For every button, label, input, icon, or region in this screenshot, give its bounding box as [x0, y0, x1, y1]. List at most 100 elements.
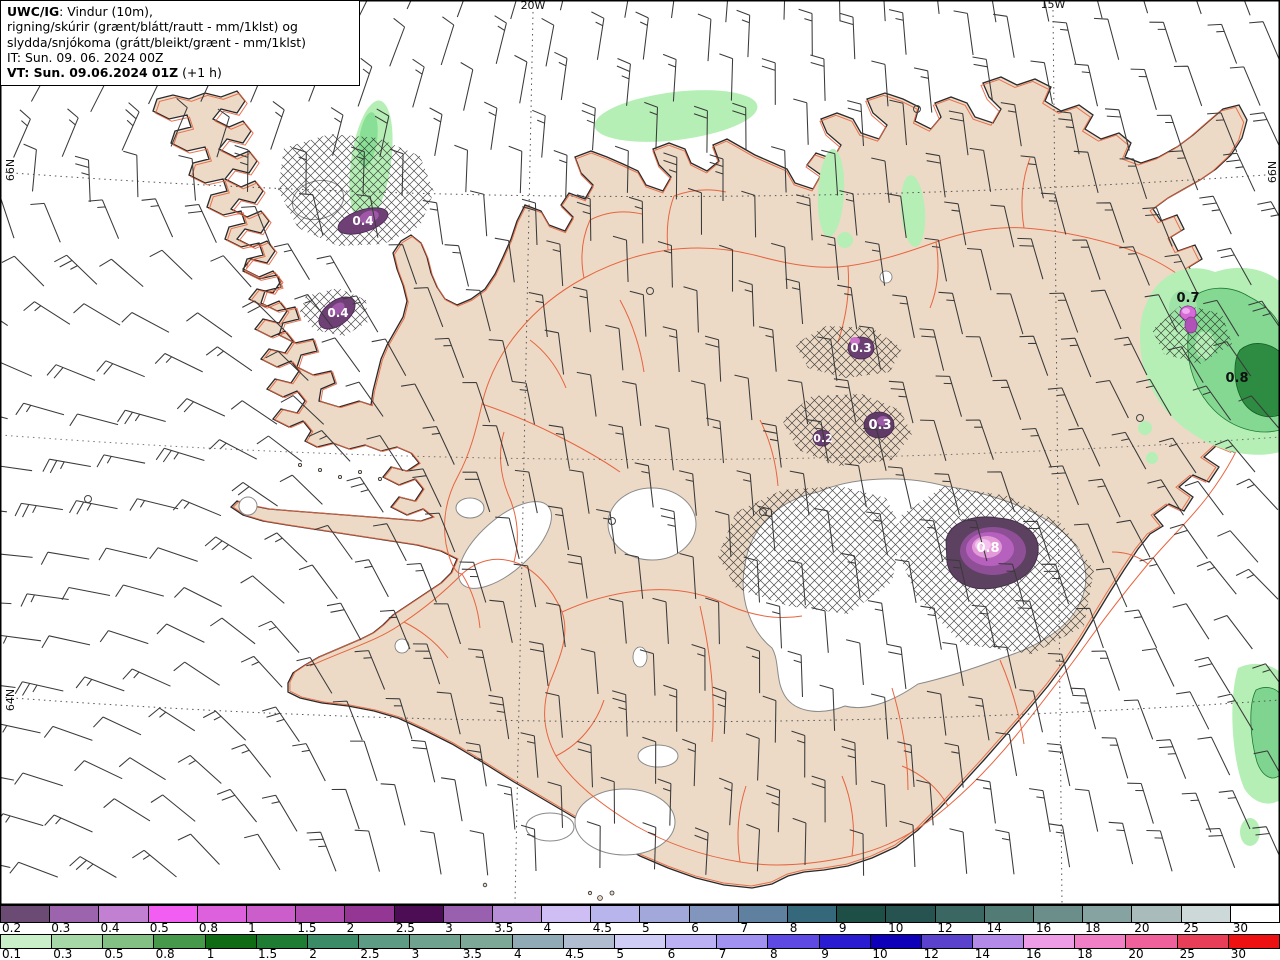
legend-line-5: VT: Sun. 09.06.2024 01Z (+1 h) [7, 65, 353, 80]
graticule-label-66n: 66N [1266, 161, 1279, 183]
colorbar-segment [197, 906, 247, 922]
islet [357, 469, 362, 474]
product-id: UWC/IG [7, 4, 60, 19]
colorbar-tick-label: 4.5 [565, 947, 585, 960]
glacier-small [455, 497, 485, 519]
colorbar-segment [492, 906, 543, 922]
colorbar-tick-label: 1.5 [258, 947, 278, 960]
glacier-snaefellsjokull [238, 496, 258, 516]
islet [297, 462, 302, 467]
colorbar-tick-label: 0.5 [104, 947, 124, 960]
colorbar-tick-label: 2.5 [395, 921, 415, 935]
colorbar-segment [542, 906, 592, 922]
precip-value-label: 0.3 [850, 341, 871, 355]
precip-value-label: 0.8 [976, 541, 999, 556]
precip-value-label: 0.4 [327, 306, 348, 320]
colorbar-segment [640, 906, 690, 922]
colorbar-tick-label: 1 [206, 947, 215, 960]
legend-title-rest: : Vindur (10m), [59, 4, 153, 19]
precip-value-label: 0.4 [352, 214, 373, 228]
glacier-eyjafjallajokull [525, 812, 575, 842]
colorbar-segment [1083, 906, 1133, 922]
colorbar-segment [591, 906, 641, 922]
islet [597, 895, 603, 901]
colorbar-tick-label: 8 [770, 947, 778, 960]
colorbar-tick-label: 20 [1128, 947, 1144, 960]
colorbar-tick-label: 4 [543, 921, 552, 935]
colorbar-tick-label: 2 [346, 921, 355, 935]
colorbar-tick-label: 5 [616, 947, 625, 960]
colorbar-tick-label: 25 [1179, 947, 1195, 960]
colorbar-tick-label: 6 [667, 947, 676, 960]
precip-value-label: 0.3 [868, 418, 891, 433]
precip-value-label: 0.2 [813, 432, 833, 445]
weather-map-page: 20W 15W 66N 66N 64N 0.4 0.4 0.3 0.3 0.2 0.8 0.7 0.8… [0, 0, 1280, 960]
colorbar-segment [935, 906, 985, 922]
legend-line-2: rigning/skúrir (grænt/blátt/rautt - mm/1… [7, 19, 298, 35]
colorbar-segment [689, 906, 739, 922]
precip-value-label: 0.8 [1225, 371, 1248, 386]
colorbar-tick-label: 30 [1230, 947, 1247, 960]
islet [337, 474, 342, 479]
colorbar-rain-labels: 0.1 0.3 0.5 0.8 1 1.5 2 2.5 3 3.5 4 4.5 5 6 7 8 9 10 12 14 1… [0, 947, 1280, 960]
colorbar-tick-label: 9 [821, 947, 829, 960]
colorbar-segment [394, 906, 444, 922]
colorbar-segment [837, 906, 887, 922]
colorbar-tick-label: 3 [411, 947, 420, 960]
colorbar-tick-label: 10 [872, 947, 888, 960]
colorbar-segment [246, 906, 297, 922]
legend-box: UWC/IG: Vindur (10m), rigning/skúrir (gr… [0, 0, 360, 87]
legend-init-time: IT: Sun. 09. 06. 2024 00Z [7, 49, 164, 65]
islet [609, 890, 615, 896]
colorbar-tick-label: 12 [923, 947, 939, 960]
colorbar-segment [1033, 906, 1084, 922]
colorbar-tick-label: 25 [1183, 921, 1199, 935]
colorbar-tick-label: 0.5 [149, 921, 169, 935]
colorbar-segment [1, 906, 51, 922]
legend-line-1: UWC/IG: Vindur (10m), [7, 4, 353, 19]
colorbar-tick-label: 1 [248, 921, 256, 935]
valid-time-offset: (+1 h) [178, 65, 222, 81]
colorbar-segment [788, 906, 838, 922]
colorbar-tick-label: 0.3 [51, 921, 71, 935]
glacier-torfajokull [637, 744, 679, 768]
colorbar-tick-label: 14 [986, 921, 1002, 935]
colorbar-tick-label: 1.5 [297, 921, 317, 935]
colorbar-tick-label: 18 [1085, 921, 1101, 935]
colorbar-tick-label: 9 [838, 921, 847, 935]
colorbar-tick-label: 6 [691, 921, 699, 935]
colorbar-sleet-snow-labels: 0.2 0.3 0.4 0.5 0.8 1 1.5 2 2.5 3 3.5 4 4.5 5 6 7 8 9 10 12… [0, 921, 1280, 935]
colorbar-tick-label: 4.5 [592, 921, 612, 935]
colorbar-tick-label: 7 [740, 921, 749, 935]
colorbar-tick-label: 10 [888, 921, 904, 935]
colorbar-tick-label: 12 [937, 921, 953, 935]
colorbar-tick-label: 4 [514, 947, 522, 960]
islet [377, 476, 382, 481]
colorbar-segment [738, 906, 788, 922]
colorbar-segment [296, 906, 346, 922]
valid-time: VT: Sun. 09.06.2024 01Z [7, 65, 179, 81]
colorbar-segment [1132, 906, 1182, 922]
islet [317, 467, 322, 472]
rain-patch [1146, 452, 1158, 464]
colorbar-segment [984, 906, 1034, 922]
sleet-cell-shape [1184, 316, 1198, 334]
colorbar-tick-label: 3.5 [462, 947, 482, 960]
colorbar-tick-label: 30 [1232, 921, 1249, 935]
rain-patch [1240, 818, 1260, 846]
colorbar-tick-label: 8 [789, 921, 798, 935]
colorbar-tick-label: 2 [309, 947, 317, 960]
rain-patch [1138, 421, 1152, 435]
colorbar-tick-label: 5 [642, 921, 650, 935]
precip-value-label: 0.7 [1176, 291, 1199, 306]
colorbar-segment [148, 906, 198, 922]
colorbar-tick-label: 0.8 [155, 947, 175, 960]
colorbar-segment [886, 906, 936, 922]
colorbar-tick-label: 16 [1035, 921, 1052, 935]
graticule-label-20w: 20W [521, 0, 546, 12]
colorbar-tick-label: 0.1 [2, 947, 22, 960]
colorbar-tick-label: 16 [1026, 947, 1042, 960]
colorbar-tick-label: 7 [718, 947, 727, 960]
colorbar-segment [345, 906, 395, 922]
colorbar-tick-label: 3 [445, 921, 453, 935]
